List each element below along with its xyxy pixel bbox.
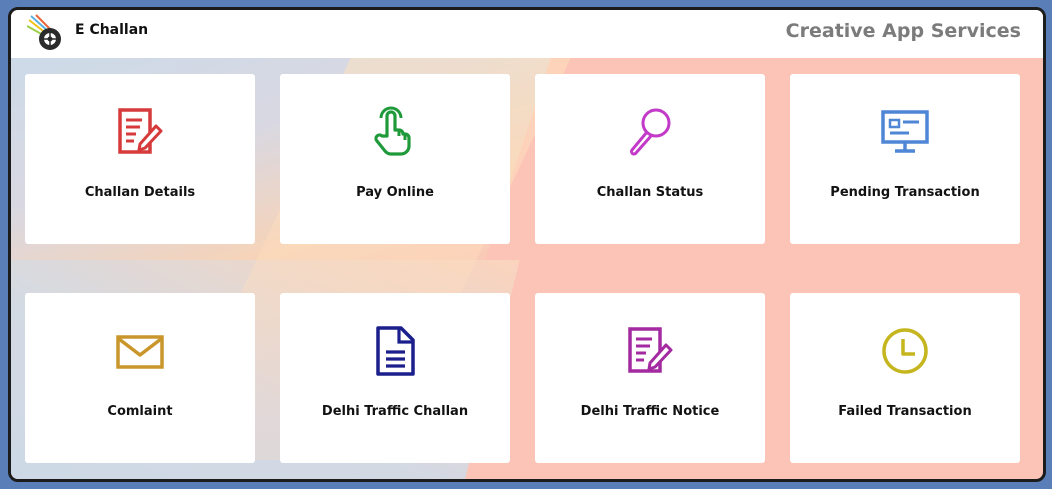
- hand-pointer-icon: [374, 106, 411, 156]
- document-edit-icon: [118, 108, 163, 154]
- tile-challan-details[interactable]: Challan Details: [25, 74, 255, 244]
- tile-delhi-traffic-challan[interactable]: Delhi Traffic Challan: [280, 293, 510, 463]
- tile-delhi-traffic-notice[interactable]: Delhi Traffic Notice: [535, 293, 765, 463]
- tile-label: Pay Online: [356, 185, 434, 200]
- tile-label: Challan Details: [84, 185, 196, 200]
- tile-label: Pending Transaction: [830, 185, 980, 200]
- tile-label: Comlaint: [107, 404, 173, 419]
- document-edit-icon: [628, 327, 673, 373]
- document-icon: [376, 326, 415, 376]
- tile-challan-status[interactable]: Challan Status: [535, 74, 765, 244]
- tile-failed-transaction[interactable]: Failed Transaction: [790, 293, 1020, 463]
- magnifier-icon: [630, 108, 671, 156]
- tile-pending-transaction[interactable]: Pending Transaction: [790, 74, 1020, 244]
- app-title: E Challan: [75, 22, 149, 38]
- tile-label: Delhi Traffic Notice: [580, 404, 720, 419]
- clock-icon: [882, 328, 928, 374]
- tile-label: Challan Status: [596, 185, 704, 200]
- app-window: E Challan Creative App Services Challan …: [8, 7, 1046, 482]
- tile-complaint[interactable]: Comlaint: [25, 293, 255, 463]
- brand-name: Creative App Services: [785, 20, 1021, 42]
- monitor-icon: [881, 110, 929, 153]
- envelope-icon: [116, 335, 164, 369]
- tile-label: Failed Transaction: [838, 404, 972, 419]
- tile-label: Delhi Traffic Challan: [321, 404, 469, 419]
- tile-pay-online[interactable]: Pay Online: [280, 74, 510, 244]
- wheel-logo-icon: [27, 14, 61, 50]
- app-header: E Challan Creative App Services: [11, 10, 1043, 58]
